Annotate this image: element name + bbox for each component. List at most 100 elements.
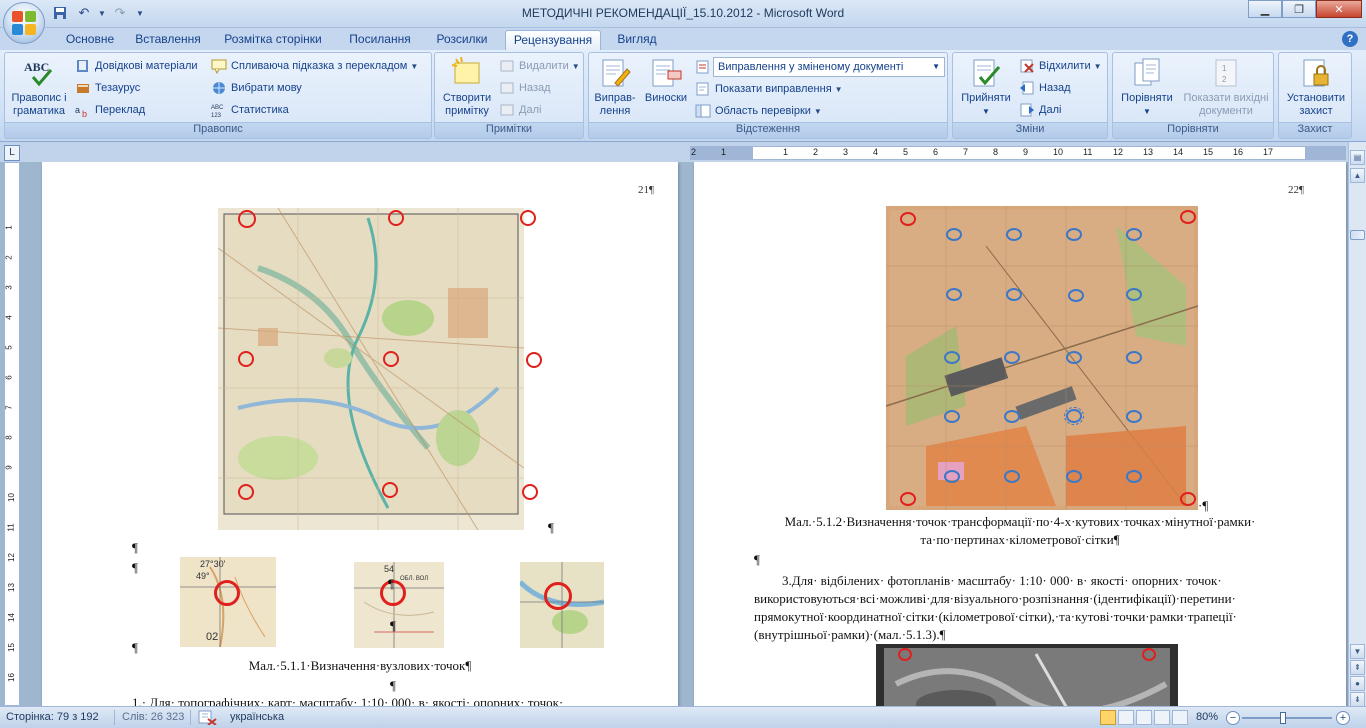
tab-insert[interactable]: Вставлення [128,30,208,50]
tab-review[interactable]: Рецензування [505,30,601,50]
grid-marker [1004,470,1020,483]
print-layout-view-icon[interactable] [1100,710,1116,725]
thumb-label: 27°30' [200,559,226,569]
language-indicator[interactable]: українська [230,711,284,723]
ruler-tick: 10 [1053,147,1064,157]
map-thumbnail-2: 54 ОБЛ. ВОЛ [354,562,444,648]
tab-home[interactable]: Основне [52,30,128,50]
next-comment-button[interactable]: Далі [499,100,541,120]
research-button[interactable]: Довідкові матеріали [75,56,198,76]
grid-marker [1006,228,1022,241]
outline-view-icon[interactable] [1154,710,1170,725]
group-changes: Прийняти ▼ Відхилити ▼ Назад Далі Зміни [952,52,1108,139]
tab-mailings[interactable]: Розсилки [426,30,498,50]
ruler-tick: 15 [1203,147,1214,157]
page-count[interactable]: Сторінка: 79 з 192 [6,711,99,723]
set-language-label: Вибрати мову [231,82,302,94]
ruler-tick: 2 [4,255,14,260]
ruler-tick: 11 [6,523,16,532]
show-markup-icon [695,81,711,97]
scroll-thumb[interactable] [1350,230,1365,240]
scroll-down-icon[interactable]: ▼ [1350,644,1365,659]
next-page-icon[interactable]: ⇟ [1350,692,1365,707]
zoom-in-icon[interactable]: + [1336,711,1350,725]
spelling-button[interactable]: ABC Правопис і граматика [7,57,71,118]
track-changes-button[interactable]: Виправ-лення [591,57,639,118]
delete-comment-button[interactable]: Видалити ▼ [499,56,580,76]
thesaurus-button[interactable]: Тезаурус [75,78,140,98]
restore-icon[interactable]: ❐ [1282,0,1316,18]
ruler-tick: 1 [783,147,789,157]
balloons-button[interactable]: Виноски [641,57,691,105]
balloons-label: Виноски [644,92,688,104]
ruler-tick: 9 [1023,147,1029,157]
ruler-tick: 9 [4,465,14,470]
set-language-button[interactable]: Вибрати мову [211,78,302,98]
accept-button[interactable]: Прийняти ▼ [955,57,1017,118]
previous-comment-label: Назад [519,82,551,94]
word-count[interactable]: Слів: 26 323 [122,711,184,723]
ruler-tick: 11 [1083,147,1093,157]
next-change-label: Далі [1039,104,1062,116]
web-layout-view-icon[interactable] [1136,710,1152,725]
close-icon[interactable]: ✕ [1316,0,1362,18]
ruler-tick: 4 [873,147,879,157]
document-page[interactable]: 21¶ ¶ ¶ ¶ 27°30' 49° 02 54 ОБЛ. ВОЛ ¶ ¶ … [42,162,678,706]
ruler-toggle-icon[interactable]: ▤ [1350,150,1365,165]
display-for-review-select[interactable]: Виправлення у зміненому документі ▼ [713,57,945,77]
translate-button[interactable]: ab Переклад [75,100,145,120]
ruler-tick: 8 [4,435,14,440]
group-label-changes: Зміни [953,122,1107,138]
previous-change-button[interactable]: Назад [1019,78,1071,98]
zoom-slider-thumb[interactable] [1280,712,1286,724]
previous-page-icon[interactable]: ⇞ [1350,660,1365,675]
word-count-button[interactable]: ABC 123 Статистика [211,100,289,120]
minimize-icon[interactable]: ▁ [1248,0,1282,18]
translation-tooltip-button[interactable]: Спливаюча підказка з перекладом ▼ [211,56,418,76]
vertical-ruler[interactable]: 1 2 3 4 5 6 7 8 9 10 11 12 13 14 15 16 [4,162,20,706]
next-comment-icon [499,102,515,118]
pilcrow: ¶ [548,520,554,535]
horizontal-ruler[interactable]: 2 1 1 2 3 4 5 6 7 8 9 10 11 12 13 14 15 … [690,146,1346,160]
reject-button[interactable]: Відхилити ▼ [1019,56,1102,76]
compare-button[interactable]: Порівняти ▼ [1115,57,1179,118]
node-marker [382,482,398,498]
scroll-up-icon[interactable]: ▲ [1350,168,1365,183]
zoom-level[interactable]: 80% [1196,711,1218,723]
tab-page-layout[interactable]: Розмітка сторінки [214,30,332,50]
show-markup-button[interactable]: Показати виправлення ▼ [695,79,843,99]
grid-marker [1126,351,1142,364]
browse-object-icon[interactable]: ● [1350,676,1365,691]
ruler-tick: 14 [6,613,16,622]
draft-view-icon[interactable] [1172,710,1188,725]
proofing-status-icon[interactable] [198,709,218,728]
document-workspace[interactable]: 21¶ ¶ ¶ ¶ 27°30' 49° 02 54 ОБЛ. ВОЛ ¶ ¶ … [22,162,1348,706]
reviewing-pane-label: Область перевірки [715,105,811,117]
reject-icon [1019,58,1035,74]
zoom-slider-track[interactable] [1242,717,1332,719]
tab-references[interactable]: Посилання [340,30,420,50]
orthophoto-map-image [886,206,1198,510]
tab-view[interactable]: Вигляд [606,30,668,50]
document-page[interactable]: 22¶ ·¶ Мал.·5.1.2·Визначення·точок·транс… [694,162,1346,706]
tab-selector-icon[interactable]: L [4,145,20,161]
new-comment-button[interactable]: Створити примітку [437,56,497,118]
ruler-tick: 16 [1233,147,1244,157]
show-source-button[interactable]: 12 Показати вихідні документи [1179,57,1273,118]
topographic-map-image [218,208,524,530]
vertical-scrollbar[interactable]: ▤ ▲ ▼ ⇞ ● ⇟ [1348,142,1366,707]
protect-document-button[interactable]: Установити захист [1281,57,1351,118]
previous-comment-button[interactable]: Назад [499,78,551,98]
next-change-button[interactable]: Далі [1019,100,1061,120]
new-comment-label: Створити примітку [442,92,492,117]
chevron-down-icon: ▼ [834,84,843,94]
tooltip-translate-label: Спливаюча підказка з перекладом [231,60,408,72]
help-icon[interactable]: ? [1342,31,1358,47]
chevron-down-icon: ▼ [571,61,580,71]
office-button[interactable] [3,2,45,44]
pilcrow: ¶ [132,560,138,575]
full-screen-reading-view-icon[interactable] [1118,710,1134,725]
reviewing-pane-button[interactable]: Область перевірки ▼ [695,101,822,121]
zoom-out-icon[interactable]: − [1226,711,1240,725]
grid-marker-selected[interactable] [1064,407,1084,425]
